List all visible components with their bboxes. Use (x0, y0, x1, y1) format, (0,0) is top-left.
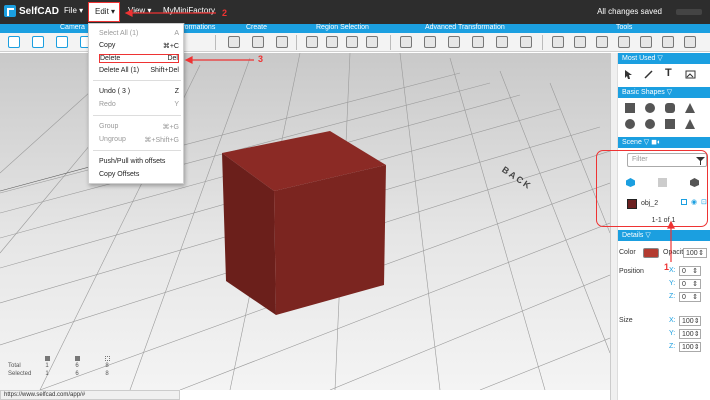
annotation-arrows (124, 9, 675, 262)
annotation-number-2: 2 (222, 8, 228, 18)
annotation-number-3: 3 (258, 54, 264, 64)
annotation-number-1: 1 (664, 262, 670, 272)
